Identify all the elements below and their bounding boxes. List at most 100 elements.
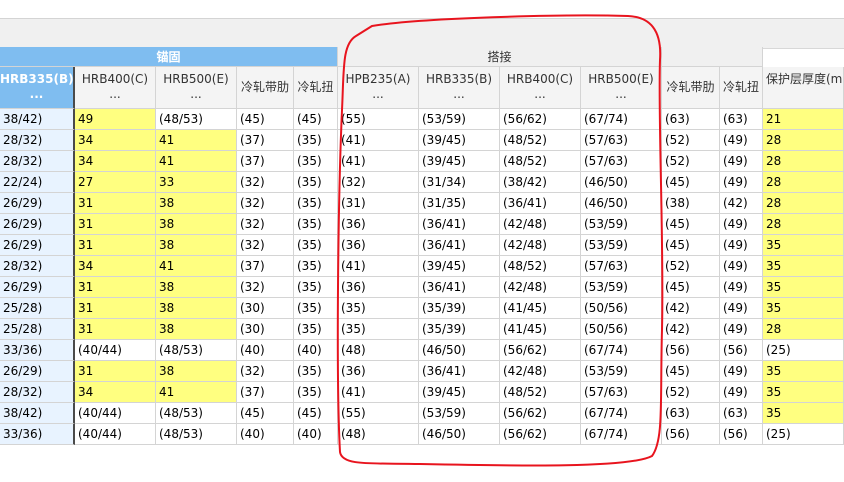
table-cell[interactable]: (32) (237, 214, 294, 235)
table-cell[interactable]: (56/62) (500, 109, 581, 130)
table-cell[interactable]: 41 (156, 130, 237, 151)
table-cell[interactable]: (53/59) (419, 109, 500, 130)
table-cell[interactable]: (39/45) (419, 151, 500, 172)
column-header-3[interactable]: 冷轧带肋 (237, 67, 294, 109)
table-cell[interactable]: (35) (294, 151, 338, 172)
table-cell[interactable]: (40/44) (75, 403, 156, 424)
table-cell[interactable]: (36/41) (500, 193, 581, 214)
table-cell[interactable]: (40) (237, 424, 294, 445)
table-cell[interactable]: (56) (662, 424, 720, 445)
table-cell[interactable]: (67/74) (581, 340, 662, 361)
table-cell[interactable]: (49) (720, 130, 763, 151)
table-cell[interactable]: 35 (763, 256, 844, 277)
table-cell[interactable]: (40) (294, 340, 338, 361)
table-cell[interactable]: (42/48) (500, 214, 581, 235)
table-cell[interactable]: (36/41) (419, 277, 500, 298)
table-cell[interactable]: (37) (237, 130, 294, 151)
table-cell[interactable]: (49) (720, 172, 763, 193)
table-cell[interactable]: (49) (720, 235, 763, 256)
table-cell[interactable]: (35) (294, 235, 338, 256)
table-cell[interactable]: 31 (75, 298, 156, 319)
table-cell[interactable]: (25) (763, 340, 844, 361)
table-cell[interactable]: (57/63) (581, 130, 662, 151)
column-header-5[interactable]: HPB235(A)... (338, 67, 419, 109)
table-cell[interactable]: (30) (237, 298, 294, 319)
table-cell[interactable]: 21 (763, 109, 844, 130)
table-cell[interactable]: (36) (338, 277, 419, 298)
table-cell[interactable]: (53/59) (581, 235, 662, 256)
table-cell[interactable]: (63) (662, 109, 720, 130)
table-cell[interactable]: (41/45) (500, 298, 581, 319)
table-cell[interactable]: (49) (720, 214, 763, 235)
table-cell[interactable]: (36) (338, 235, 419, 256)
table-cell[interactable]: (35) (338, 319, 419, 340)
table-cell[interactable]: (40) (294, 424, 338, 445)
table-cell[interactable]: 33 (156, 172, 237, 193)
table-cell[interactable]: (32) (237, 193, 294, 214)
table-cell[interactable]: (40) (237, 340, 294, 361)
row-key-cell[interactable]: 38/42) (0, 109, 75, 130)
column-header-11[interactable]: 保护层厚度(mm (763, 67, 844, 109)
table-cell[interactable]: (52) (662, 130, 720, 151)
table-cell[interactable]: (48/53) (156, 109, 237, 130)
row-key-cell[interactable]: 28/32) (0, 256, 75, 277)
table-cell[interactable]: 28 (763, 130, 844, 151)
table-cell[interactable]: (35) (294, 193, 338, 214)
table-cell[interactable]: 34 (75, 130, 156, 151)
table-cell[interactable]: (35/39) (419, 298, 500, 319)
table-cell[interactable]: (57/63) (581, 382, 662, 403)
row-key-cell[interactable]: 26/29) (0, 277, 75, 298)
table-cell[interactable]: 38 (156, 298, 237, 319)
table-cell[interactable]: (42/48) (500, 361, 581, 382)
table-cell[interactable]: (35) (338, 298, 419, 319)
table-cell[interactable]: (56) (662, 340, 720, 361)
table-cell[interactable]: (45) (662, 214, 720, 235)
row-key-cell[interactable]: 28/32) (0, 382, 75, 403)
table-cell[interactable]: (45) (662, 277, 720, 298)
table-cell[interactable]: 38 (156, 277, 237, 298)
table-cell[interactable]: (53/59) (581, 214, 662, 235)
table-cell[interactable]: (46/50) (419, 340, 500, 361)
table-cell[interactable]: 38 (156, 235, 237, 256)
row-key-cell[interactable]: 26/29) (0, 214, 75, 235)
table-cell[interactable]: 35 (763, 235, 844, 256)
table-cell[interactable]: 38 (156, 319, 237, 340)
table-cell[interactable]: (49) (720, 361, 763, 382)
table-cell[interactable]: (45) (662, 172, 720, 193)
column-header-0[interactable]: HRB335(B)... (0, 67, 75, 109)
table-cell[interactable]: (35) (294, 382, 338, 403)
table-cell[interactable]: (49) (720, 151, 763, 172)
table-cell[interactable]: (36) (338, 361, 419, 382)
table-cell[interactable]: (46/50) (581, 172, 662, 193)
table-cell[interactable]: (48/52) (500, 151, 581, 172)
column-header-2[interactable]: HRB500(E)... (156, 67, 237, 109)
table-cell[interactable]: (36/41) (419, 361, 500, 382)
table-cell[interactable]: (37) (237, 256, 294, 277)
table-cell[interactable]: (48/52) (500, 130, 581, 151)
table-cell[interactable]: (45) (662, 361, 720, 382)
row-key-cell[interactable]: 22/24) (0, 172, 75, 193)
table-cell[interactable]: 35 (763, 403, 844, 424)
table-cell[interactable]: (67/74) (581, 424, 662, 445)
table-cell[interactable]: (31/35) (419, 193, 500, 214)
table-cell[interactable]: 31 (75, 193, 156, 214)
table-cell[interactable]: (32) (237, 235, 294, 256)
table-cell[interactable]: (48) (338, 424, 419, 445)
table-cell[interactable]: (31/34) (419, 172, 500, 193)
table-cell[interactable]: (35) (294, 214, 338, 235)
table-cell[interactable]: (35/39) (419, 319, 500, 340)
table-cell[interactable]: (45) (294, 109, 338, 130)
table-cell[interactable]: 28 (763, 319, 844, 340)
table-cell[interactable]: (56) (720, 340, 763, 361)
table-cell[interactable]: (42) (720, 193, 763, 214)
table-cell[interactable]: (48/52) (500, 382, 581, 403)
table-cell[interactable]: 41 (156, 151, 237, 172)
table-cell[interactable]: (48) (338, 340, 419, 361)
table-cell[interactable]: (37) (237, 151, 294, 172)
table-cell[interactable]: (55) (338, 403, 419, 424)
row-key-cell[interactable]: 26/29) (0, 235, 75, 256)
table-cell[interactable]: (30) (237, 319, 294, 340)
table-cell[interactable]: (39/45) (419, 130, 500, 151)
row-key-cell[interactable]: 33/36) (0, 424, 75, 445)
column-header-1[interactable]: HRB400(C)... (75, 67, 156, 109)
